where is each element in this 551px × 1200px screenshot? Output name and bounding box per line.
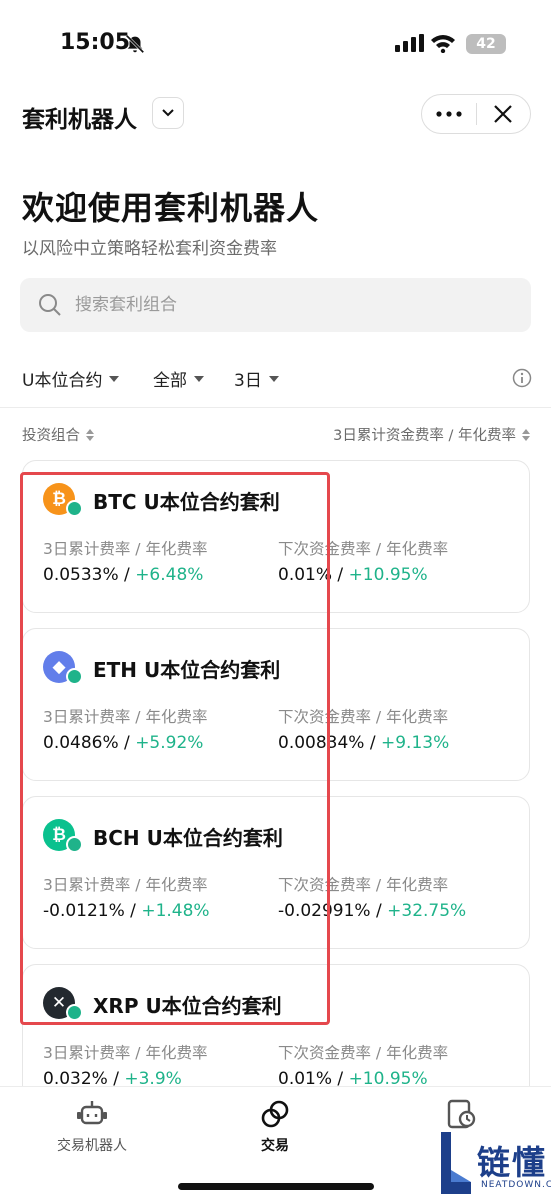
next-rate: -0.02991% / +32.75% — [278, 901, 467, 921]
info-icon[interactable] — [512, 368, 532, 388]
cumulative-rate: 0.0533% / +6.48% — [43, 565, 204, 585]
robot-icon — [77, 1101, 107, 1125]
brand-logo-icon — [441, 1132, 471, 1194]
card-title: ETH U本位合约套利 — [93, 658, 281, 682]
tab-trading-bot[interactable]: 交易机器人 — [27, 1099, 157, 1155]
diamond-badge-icon — [66, 500, 83, 517]
home-indicator — [178, 1183, 374, 1190]
caret-down-icon — [268, 375, 279, 382]
card-title: BCH U本位合约套利 — [93, 826, 283, 850]
arbitrage-card-eth[interactable]: ◆ ETH U本位合约套利 3日累计费率 / 年化费率 下次资金费率 / 年化费… — [22, 628, 530, 781]
search-icon — [39, 294, 61, 316]
filter-period[interactable]: 3日 — [234, 366, 279, 391]
arbitrage-card-btc[interactable]: ₿ BTC U本位合约套利 3日累计费率 / 年化费率 下次资金费率 / 年化费… — [22, 460, 530, 613]
next-rate: 0.00834% / +9.13% — [278, 733, 450, 753]
status-time: 15:05 — [60, 30, 131, 55]
rate-label: 3日累计费率 / 年化费率 — [43, 1044, 208, 1062]
filter-label: U本位合约 — [22, 371, 103, 391]
welcome-subtitle: 以风险中立策略轻松套利资金费率 — [22, 239, 277, 259]
header-actions — [421, 94, 531, 134]
status-bar: 15:05 42 — [0, 0, 551, 90]
arbitrage-list: ₿ BTC U本位合约套利 3日累计费率 / 年化费率 下次资金费率 / 年化费… — [22, 460, 530, 1086]
diamond-badge-icon — [66, 1004, 83, 1021]
rate-label: 3日累计费率 / 年化费率 — [43, 540, 208, 558]
rate-label: 3日累计费率 / 年化费率 — [43, 708, 208, 726]
sort-funding-rate[interactable]: 3日累计资金费率 / 年化费率 — [333, 424, 530, 445]
card-title: XRP U本位合约套利 — [93, 994, 282, 1018]
cumulative-rate: 0.0486% / +5.92% — [43, 733, 204, 753]
brand-site: NEATDOWN.COM — [481, 1180, 551, 1190]
tab-label: 交易 — [261, 1138, 289, 1154]
signal-icon — [395, 34, 424, 52]
card-title: BTC U本位合约套利 — [93, 490, 280, 514]
battery-indicator: 42 — [466, 34, 506, 54]
sort-icon — [86, 428, 94, 441]
tab-label: 交易机器人 — [57, 1138, 127, 1154]
column-header-portfolio: 投资组合 — [22, 428, 80, 444]
diamond-badge-icon — [66, 836, 83, 853]
arbitrage-card-bch[interactable]: ₿ BCH U本位合约套利 3日累计费率 / 年化费率 下次资金费率 / 年化费… — [22, 796, 530, 949]
next-rate-label: 下次资金费率 / 年化费率 — [278, 876, 449, 894]
more-button[interactable] — [422, 95, 476, 133]
next-rate: 0.01% / +10.95% — [278, 1069, 428, 1086]
filter-label: 全部 — [153, 371, 187, 391]
column-header-rate: 3日累计资金费率 / 年化费率 — [333, 428, 516, 444]
bell-muted-icon — [125, 34, 145, 54]
search-bar[interactable] — [20, 278, 531, 332]
sort-portfolio[interactable]: 投资组合 — [22, 424, 94, 445]
title-dropdown-button[interactable] — [152, 97, 184, 129]
filter-contract-type[interactable]: U本位合约 — [22, 366, 120, 391]
search-input[interactable] — [75, 278, 505, 332]
history-icon — [447, 1099, 476, 1129]
next-rate: 0.01% / +10.95% — [278, 565, 428, 585]
arbitrage-card-xrp[interactable]: ✕ XRP U本位合约套利 3日累计费率 / 年化费率 下次资金费率 / 年化费… — [22, 964, 530, 1086]
welcome-title: 欢迎使用套利机器人 — [22, 189, 320, 227]
filter-bar: U本位合约 全部 3日 — [22, 366, 532, 392]
tab-trade[interactable]: 交易 — [210, 1099, 340, 1155]
filter-label: 3日 — [234, 371, 262, 391]
next-rate-label: 下次资金费率 / 年化费率 — [278, 1044, 449, 1062]
list-column-headers: 投资组合 3日累计资金费率 / 年化费率 — [22, 424, 530, 446]
exchange-icon — [261, 1100, 289, 1128]
next-rate-label: 下次资金费率 / 年化费率 — [278, 708, 449, 726]
close-icon — [494, 105, 513, 123]
cumulative-rate: -0.0121% / +1.48% — [43, 901, 210, 921]
wifi-icon — [431, 35, 455, 53]
brand-name: 链懂 — [477, 1143, 547, 1182]
more-icon — [436, 111, 462, 117]
divider — [0, 407, 551, 408]
rate-label: 3日累计费率 / 年化费率 — [43, 876, 208, 894]
watermark-logo: 链懂 NEATDOWN.COM — [437, 1130, 551, 1196]
chevron-down-icon — [162, 109, 174, 117]
app-header: 套利机器人 — [0, 94, 551, 138]
diamond-badge-icon — [66, 668, 83, 685]
caret-down-icon — [109, 375, 120, 382]
close-button[interactable] — [477, 95, 531, 133]
filter-category[interactable]: 全部 — [153, 366, 204, 391]
sort-icon — [522, 428, 530, 441]
next-rate-label: 下次资金费率 / 年化费率 — [278, 540, 449, 558]
cumulative-rate: 0.032% / +3.9% — [43, 1069, 182, 1086]
page-title: 套利机器人 — [22, 107, 137, 133]
caret-down-icon — [194, 375, 204, 382]
